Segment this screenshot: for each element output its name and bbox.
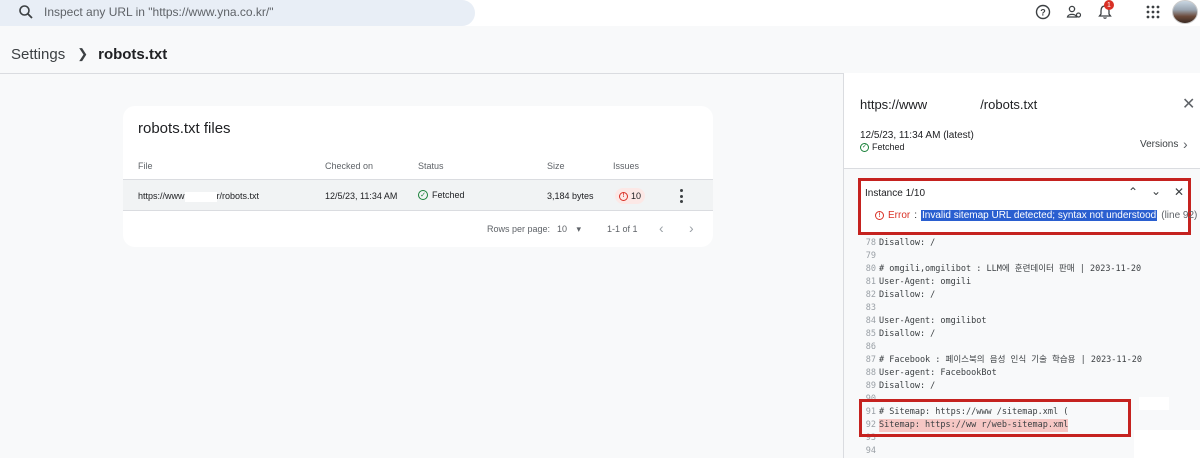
- code-line: 87 # Facebook : 페이스북의 음성 인식 기술 학습용 | 2023…: [865, 355, 1143, 365]
- code-line: 80 # omgili,omgilibot : LLM에 훈련데이터 판매 | 2…: [865, 264, 1142, 274]
- rows-per-page-label: Rows per page:: [487, 224, 551, 234]
- chevron-right-icon: ❯: [77, 46, 89, 61]
- chevron-right-icon[interactable]: ›: [1183, 136, 1188, 152]
- next-instance-icon[interactable]: ⌄: [1151, 184, 1161, 198]
- rows-per-page-value: 10: [557, 224, 568, 234]
- header-divider: [0, 73, 843, 74]
- error-label: Error: [888, 210, 911, 221]
- code-line: 79: [865, 251, 876, 261]
- column-header-issues: Issues: [613, 161, 640, 171]
- versions-link[interactable]: Versions: [1140, 139, 1178, 150]
- column-header-file: File: [138, 161, 153, 171]
- apps-grid-icon[interactable]: [1143, 2, 1163, 22]
- code-line: 78 Disallow: /: [865, 238, 936, 248]
- page-title: robots.txt: [98, 45, 168, 63]
- code-line: 82 Disallow: /: [865, 290, 936, 300]
- manage-users-icon[interactable]: [1064, 2, 1084, 22]
- issues-count: 10: [630, 191, 641, 201]
- redaction: [184, 191, 217, 202]
- code-line: 89 Disallow: /: [865, 381, 936, 391]
- redaction: [1134, 430, 1200, 458]
- file-url: https://www r/robots.txt: [138, 191, 259, 202]
- code-line: 81 User-Agent: omgili: [865, 277, 972, 287]
- fetch-status-text: Fetched: [872, 142, 905, 152]
- url-inspection-search[interactable]: [0, 0, 475, 26]
- panel-title-suffix: /robots.txt: [980, 97, 1038, 112]
- code-line: 83: [865, 303, 876, 313]
- breadcrumb: Settings ❯ robots.txt: [11, 44, 167, 64]
- check-circle-icon: ✓: [860, 142, 869, 152]
- card-title: robots.txt files: [138, 120, 231, 137]
- error-message: Invalid sitemap URL detected; syntax not…: [921, 210, 1158, 221]
- panel-title: https://www/robots.txt: [860, 97, 1037, 112]
- search-icon: [19, 5, 33, 19]
- error-icon: !: [875, 211, 884, 220]
- rows-per-page-select[interactable]: 10 ▾: [557, 224, 581, 235]
- code-line: 86: [865, 342, 876, 352]
- code-line: 88 User-agent: FacebookBot: [865, 368, 997, 378]
- code-line: 85 Disallow: /: [865, 329, 936, 339]
- fetch-date: 12/5/23, 11:34 AM (latest): [860, 130, 974, 141]
- svg-text:?: ?: [1040, 8, 1046, 18]
- redaction: [927, 99, 981, 112]
- more-options-icon[interactable]: [679, 189, 683, 203]
- notification-badge: 1: [1104, 0, 1114, 10]
- robots-details-panel: https://www/robots.txt ✕ 12/5/23, 11:34 …: [843, 73, 1200, 458]
- account-avatar[interactable]: [1172, 0, 1198, 24]
- robots-files-card: robots.txt files File Checked on Status …: [123, 106, 713, 247]
- error-separator: :: [914, 210, 918, 221]
- error-icon: !: [618, 191, 628, 201]
- redaction: [1139, 397, 1169, 410]
- check-circle-icon: ✓: [418, 190, 428, 200]
- issue-instance-box: Instance 1/10 ⌃ ⌄ ✕ ! Error : Invalid si…: [858, 178, 1197, 235]
- column-header-size: Size: [547, 161, 565, 171]
- breadcrumb-settings[interactable]: Settings: [11, 46, 65, 63]
- close-icon[interactable]: ✕: [1182, 97, 1195, 113]
- fetch-status: ✓ Fetched: [860, 142, 905, 152]
- previous-instance-icon[interactable]: ⌃: [1128, 185, 1138, 199]
- help-icon[interactable]: ?: [1033, 2, 1053, 22]
- error-line: (line 92): [1161, 210, 1198, 221]
- file-url-prefix: https://www: [138, 191, 185, 201]
- next-page-icon[interactable]: ›: [689, 220, 694, 236]
- search-input[interactable]: [44, 3, 454, 21]
- panel-title-prefix: https://www: [860, 97, 928, 112]
- issues-chip[interactable]: ! 10: [615, 188, 645, 204]
- table-row[interactable]: https://www r/robots.txt 12/5/23, 11:34 A…: [123, 179, 713, 211]
- close-instance-icon[interactable]: ✕: [1174, 185, 1184, 199]
- instance-counter: Instance 1/10: [865, 188, 926, 199]
- status-text: Fetched: [432, 190, 465, 200]
- dropdown-arrow-icon: ▾: [576, 224, 582, 234]
- file-url-suffix: r/robots.txt: [216, 191, 260, 201]
- top-bar: ? 1: [0, 0, 1200, 26]
- code-line: 84 User-Agent: omgilibot: [865, 316, 987, 326]
- pagination-range: 1-1 of 1: [607, 224, 638, 234]
- sitemap-lines-highlight: [859, 399, 1131, 437]
- instance-error: ! Error : Invalid sitemap URL detected; …: [875, 210, 1197, 221]
- column-header-status: Status: [418, 161, 444, 171]
- size-value: 3,184 bytes: [547, 191, 594, 201]
- previous-page-icon[interactable]: ‹: [659, 220, 664, 236]
- checked-on-value: 12/5/23, 11:34 AM: [325, 191, 398, 201]
- column-header-checked-on: Checked on: [325, 161, 374, 171]
- status-value: ✓ Fetched: [418, 190, 465, 200]
